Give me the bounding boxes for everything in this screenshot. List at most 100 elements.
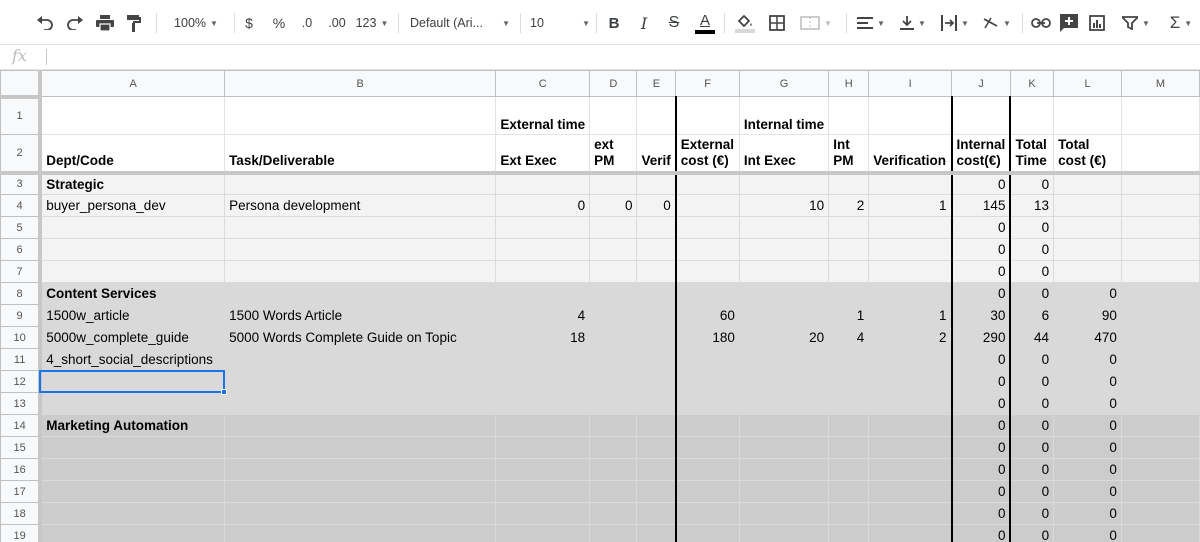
cell-b9[interactable]: 1500 Words Article	[224, 304, 497, 327]
cell-b2[interactable]: Task/Deliverable	[224, 134, 497, 175]
cell-i10[interactable]: 2	[868, 326, 953, 349]
cell-h17[interactable]	[828, 480, 870, 503]
cell-e9[interactable]	[636, 304, 677, 327]
cell-j8[interactable]: 0	[951, 282, 1012, 305]
cell-h19[interactable]	[828, 524, 870, 542]
cell-j10[interactable]: 290	[951, 326, 1012, 349]
cell-h2[interactable]: Int PM	[828, 134, 870, 175]
row-header[interactable]: 17	[0, 480, 43, 503]
cell-b5[interactable]	[224, 216, 497, 239]
bold-button[interactable]: B	[604, 10, 624, 36]
cell-g2[interactable]: Int Exec	[738, 134, 830, 175]
cell-m5[interactable]	[1120, 216, 1200, 239]
cell-k16[interactable]: 0	[1009, 458, 1055, 481]
cell-m19[interactable]	[1120, 524, 1200, 542]
cell-m12[interactable]	[1120, 370, 1200, 393]
fill-color-button[interactable]	[734, 10, 756, 36]
percent-button[interactable]: %	[270, 10, 288, 36]
strikethrough-button[interactable]: S	[664, 10, 684, 36]
cell-f4[interactable]	[675, 194, 740, 217]
cell-i7[interactable]	[868, 260, 953, 283]
cell-f14[interactable]	[675, 414, 740, 437]
fill-handle[interactable]	[220, 388, 227, 395]
cell-d19[interactable]	[589, 524, 638, 542]
cell-k9[interactable]: 6	[1009, 304, 1055, 327]
cell-a15[interactable]	[39, 436, 226, 459]
cell-c3[interactable]	[495, 172, 591, 195]
cell-i9[interactable]: 1	[868, 304, 953, 327]
cell-d12[interactable]	[589, 370, 638, 393]
cell-m7[interactable]	[1120, 260, 1200, 283]
cell-a5[interactable]	[39, 216, 226, 239]
cell-c2[interactable]: Ext Exec	[495, 134, 591, 175]
cell-h13[interactable]	[828, 392, 870, 415]
cell-c15[interactable]	[495, 436, 591, 459]
cell-c1[interactable]: External time	[495, 96, 591, 135]
cell-j12[interactable]: 0	[951, 370, 1012, 393]
row-header[interactable]: 12	[0, 370, 43, 393]
text-wrapping-icon[interactable]: ▼	[938, 10, 972, 36]
cell-g5[interactable]	[738, 216, 830, 239]
cell-c11[interactable]	[495, 348, 591, 371]
cell-h10[interactable]: 4	[828, 326, 870, 349]
cell-e16[interactable]	[636, 458, 677, 481]
row-header[interactable]: 16	[0, 458, 43, 481]
cell-l8[interactable]: 0	[1053, 282, 1122, 305]
column-header-j[interactable]: J	[951, 70, 1011, 97]
cell-l13[interactable]: 0	[1053, 392, 1122, 415]
cell-d5[interactable]	[589, 216, 638, 239]
cell-g14[interactable]	[738, 414, 830, 437]
cell-b3[interactable]	[224, 172, 497, 195]
row-header[interactable]: 7	[0, 260, 43, 283]
cell-a10[interactable]: 5000w_complete_guide	[39, 326, 226, 349]
cell-f3[interactable]	[675, 172, 740, 195]
cell-h15[interactable]	[828, 436, 870, 459]
cell-e3[interactable]	[636, 172, 677, 195]
cell-k2[interactable]: Total Time	[1009, 134, 1055, 175]
cell-a18[interactable]	[39, 502, 226, 525]
cell-d14[interactable]	[589, 414, 638, 437]
cell-g6[interactable]	[738, 238, 830, 261]
cell-h5[interactable]	[828, 216, 870, 239]
cell-l6[interactable]	[1053, 238, 1122, 261]
cell-k4[interactable]: 13	[1009, 194, 1055, 217]
cell-l17[interactable]: 0	[1053, 480, 1122, 503]
column-header-g[interactable]: G	[738, 70, 830, 97]
cell-m16[interactable]	[1120, 458, 1200, 481]
row-header[interactable]: 14	[0, 414, 43, 437]
cell-l19[interactable]: 0	[1053, 524, 1122, 542]
row-header[interactable]: 9	[0, 304, 43, 327]
cell-g4[interactable]: 10	[738, 194, 830, 217]
cell-h6[interactable]	[828, 238, 870, 261]
cell-e1[interactable]	[636, 96, 677, 135]
cell-d7[interactable]	[589, 260, 638, 283]
cell-b15[interactable]	[224, 436, 497, 459]
cell-g1[interactable]: Internal time	[738, 96, 830, 135]
cell-d17[interactable]	[589, 480, 638, 503]
cell-d18[interactable]	[589, 502, 638, 525]
cell-b7[interactable]	[224, 260, 497, 283]
column-header-a[interactable]: A	[39, 70, 226, 97]
cell-e14[interactable]	[636, 414, 677, 437]
cell-m3[interactable]	[1120, 172, 1200, 195]
cell-b16[interactable]	[224, 458, 497, 481]
cell-j9[interactable]: 30	[951, 304, 1012, 327]
cell-b19[interactable]	[224, 524, 497, 542]
cell-i19[interactable]	[868, 524, 953, 542]
cell-e10[interactable]	[636, 326, 677, 349]
cell-l5[interactable]	[1053, 216, 1122, 239]
cell-m8[interactable]	[1120, 282, 1200, 305]
cell-j13[interactable]: 0	[951, 392, 1012, 415]
cell-m4[interactable]	[1120, 194, 1200, 217]
row-header[interactable]: 11	[0, 348, 43, 371]
cell-j19[interactable]: 0	[951, 524, 1012, 542]
cell-d4[interactable]: 0	[589, 194, 638, 217]
cell-f8[interactable]	[675, 282, 740, 305]
cell-k6[interactable]: 0	[1009, 238, 1055, 261]
cell-b8[interactable]	[224, 282, 497, 305]
cell-i5[interactable]	[868, 216, 953, 239]
cell-f2[interactable]: External cost (€)	[675, 134, 740, 175]
cell-l15[interactable]: 0	[1053, 436, 1122, 459]
cell-d13[interactable]	[589, 392, 638, 415]
cell-e13[interactable]	[636, 392, 677, 415]
